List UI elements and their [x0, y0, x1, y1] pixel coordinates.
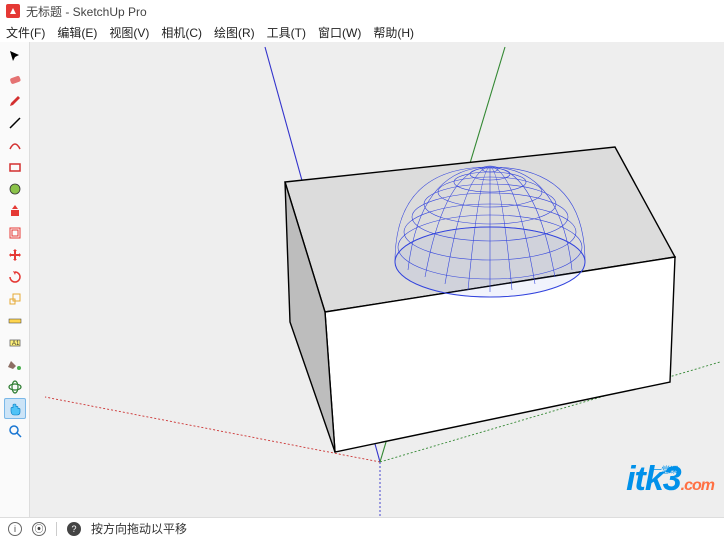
menu-tools[interactable]: 工具(T) — [267, 24, 306, 41]
arc-tool[interactable] — [4, 134, 26, 155]
titlebar: 无标题 - SketchUp Pro — [0, 0, 724, 22]
line-tool[interactable] — [4, 112, 26, 133]
zoom-tool[interactable] — [4, 420, 26, 441]
statusbar: i ⦿ ? 按方向拖动以平移 — [0, 517, 724, 539]
info-icon[interactable]: i — [8, 522, 22, 536]
orbit-tool[interactable] — [4, 376, 26, 397]
pushpull-tool[interactable] — [4, 200, 26, 221]
menu-view[interactable]: 视图(V) — [109, 24, 149, 41]
geo-icon[interactable]: ⦿ — [32, 522, 46, 536]
move-tool[interactable] — [4, 244, 26, 265]
tape-tool[interactable] — [4, 310, 26, 331]
toolbar: A1 — [0, 42, 30, 517]
scale-tool[interactable] — [4, 288, 26, 309]
menu-draw[interactable]: 绘图(R) — [214, 24, 255, 41]
menubar: 文件(F) 编辑(E) 视图(V) 相机(C) 绘图(R) 工具(T) 窗口(W… — [0, 22, 724, 42]
menu-camera[interactable]: 相机(C) — [161, 24, 202, 41]
rectangle-tool[interactable] — [4, 156, 26, 177]
window-title: 无标题 - SketchUp Pro — [26, 3, 147, 20]
pan-tool[interactable] — [4, 398, 26, 419]
select-tool[interactable] — [4, 46, 26, 67]
app-icon — [6, 4, 20, 18]
help-icon[interactable]: ? — [67, 522, 81, 536]
menu-window[interactable]: 窗口(W) — [318, 24, 361, 41]
circle-tool[interactable] — [4, 178, 26, 199]
menu-file[interactable]: 文件(F) — [6, 24, 45, 41]
viewport[interactable]: 一堂课 itk3.com — [30, 42, 724, 517]
offset-tool[interactable] — [4, 222, 26, 243]
svg-text:A1: A1 — [12, 341, 20, 347]
eraser-tool[interactable] — [4, 68, 26, 89]
pencil-tool[interactable] — [4, 90, 26, 111]
divider — [56, 522, 57, 536]
status-hint: 按方向拖动以平移 — [91, 520, 187, 537]
paint-tool[interactable] — [4, 354, 26, 375]
main-area: A1 — [0, 42, 724, 517]
menu-help[interactable]: 帮助(H) — [373, 24, 414, 41]
text-tool[interactable]: A1 — [4, 332, 26, 353]
menu-edit[interactable]: 编辑(E) — [57, 24, 97, 41]
rotate-tool[interactable] — [4, 266, 26, 287]
